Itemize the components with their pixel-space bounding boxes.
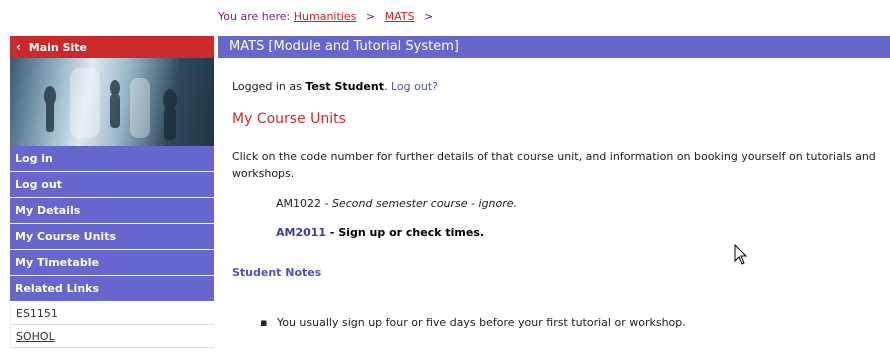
login-suffix: .: [383, 80, 388, 93]
main-site-label: Main Site: [28, 41, 88, 54]
page-title: MATS [Module and Tutorial System]: [218, 36, 890, 58]
related-link-es1151[interactable]: ES1151: [10, 302, 214, 325]
course-note: Sign up or check times.: [338, 226, 485, 239]
people-walking-photo: [44, 68, 177, 140]
related-link-sohol[interactable]: SOHOL: [10, 325, 214, 348]
student-notes-title: Student Notes: [232, 266, 322, 279]
mouse-cursor-icon: [734, 243, 748, 269]
section-title: My Course Units: [232, 111, 346, 127]
list-item: ▪ You usually sign up four or five days …: [260, 316, 686, 329]
sidebar-item-my-details[interactable]: My Details: [10, 198, 214, 224]
sidebar-item-my-course-units[interactable]: My Course Units: [10, 224, 214, 250]
bullet-icon: ▪: [260, 316, 268, 329]
course-sep: -: [326, 226, 339, 239]
course-row: AM1022 - Second semester course - ignore…: [276, 197, 517, 210]
course-note: Second semester course - ignore.: [331, 197, 518, 210]
intro-text: Click on the code number for further det…: [232, 150, 876, 180]
breadcrumb-prefix: You are here:: [218, 10, 291, 23]
sidebar-item-my-timetable[interactable]: My Timetable: [10, 250, 214, 276]
breadcrumb-mats-link[interactable]: MATS: [385, 10, 415, 23]
course-row: AM2011 - Sign up or check times.: [276, 226, 484, 239]
user-name: Test Student: [305, 80, 384, 93]
banner-image: [10, 58, 214, 146]
sidebar-item-log-in[interactable]: Log in: [10, 146, 214, 172]
note-text: You usually sign up four or five days be…: [276, 316, 686, 329]
breadcrumb-separator: >: [423, 10, 434, 23]
breadcrumb-separator: >: [365, 10, 376, 23]
course-code: AM1022: [276, 197, 322, 210]
logout-link[interactable]: Log out?: [391, 80, 438, 93]
breadcrumb-humanities-link[interactable]: Humanities: [294, 10, 357, 23]
course-sep: -: [321, 197, 332, 210]
breadcrumb: You are here: Humanities > MATS >: [218, 10, 439, 23]
login-status: Logged in as Test Student. Log out?: [232, 80, 438, 93]
login-prefix: Logged in as: [232, 80, 302, 93]
sidebar: ‹ Main Site Log in Log out My Details My…: [10, 36, 214, 348]
chevron-left-icon: ‹: [16, 40, 21, 54]
sidebar-item-log-out[interactable]: Log out: [10, 172, 214, 198]
main-site-link[interactable]: ‹ Main Site: [10, 36, 214, 58]
sidebar-item-related-links[interactable]: Related Links: [10, 276, 214, 302]
course-code-link[interactable]: AM2011: [276, 226, 326, 239]
